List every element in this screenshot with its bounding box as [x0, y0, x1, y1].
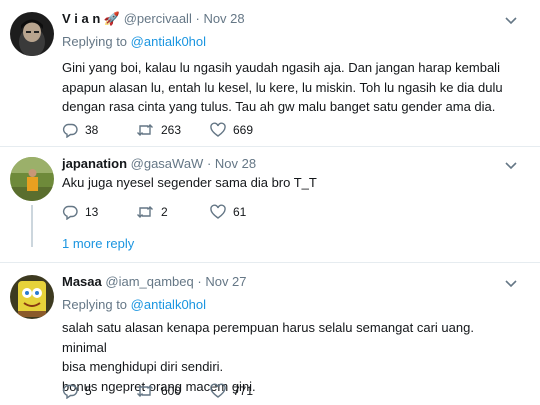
- like-button[interactable]: 61: [210, 204, 246, 220]
- retweet-button[interactable]: 263: [136, 122, 181, 138]
- reply-count: 38: [85, 123, 99, 137]
- chevron-down-icon[interactable]: [504, 158, 518, 172]
- chevron-down-icon[interactable]: [504, 276, 518, 290]
- separator-dot: ·: [197, 274, 202, 289]
- replying-to-link[interactable]: @antialk0hol: [131, 34, 206, 49]
- like-count: 771: [233, 384, 254, 398]
- heart-icon: [210, 383, 226, 398]
- replying-to: Replying to @antialk0hol: [62, 34, 206, 49]
- reply-button[interactable]: 13: [62, 204, 99, 221]
- author-handle[interactable]: @iam_qambeq: [105, 274, 193, 289]
- chevron-down-icon[interactable]: [504, 13, 518, 27]
- retweet-icon: [137, 385, 153, 397]
- reply-count: 13: [85, 205, 99, 219]
- retweet-icon: [137, 206, 153, 218]
- replying-prefix: Replying to: [62, 34, 128, 49]
- tweet-3[interactable]: Masaa @iam_qambeq · Nov 27 Replying to @…: [0, 263, 540, 405]
- separator-dot: ·: [206, 156, 212, 171]
- tweet-time[interactable]: Nov 28: [203, 11, 244, 26]
- replying-prefix: Replying to: [62, 297, 128, 312]
- reply-icon: [62, 123, 78, 139]
- reply-count: 5: [85, 384, 92, 398]
- avatar[interactable]: [10, 157, 54, 201]
- tweet-text-line: dengan rasa cinta yang tulus. Tau ah gw …: [62, 99, 496, 114]
- author-handle[interactable]: @gasaWaW: [131, 156, 204, 171]
- retweet-count: 2: [161, 205, 168, 219]
- avatar[interactable]: [10, 275, 54, 319]
- tweet-text-line: bisa menghidupi diri sendiri.: [62, 359, 224, 374]
- heart-icon: [210, 122, 226, 137]
- avatar[interactable]: [10, 12, 54, 56]
- reply-button[interactable]: 5: [62, 383, 92, 400]
- tweet-time[interactable]: Nov 27: [205, 274, 246, 289]
- separator-dot: ·: [195, 11, 200, 26]
- tweet-1[interactable]: V i a n 🚀 @percivaall · Nov 28 Replying …: [0, 0, 540, 150]
- reply-icon: [62, 205, 78, 221]
- retweet-icon: [137, 124, 153, 136]
- replying-to: Replying to @antialk0hol: [62, 297, 206, 312]
- retweet-button[interactable]: 2: [136, 204, 168, 220]
- like-count: 61: [233, 205, 247, 219]
- retweet-count: 600: [161, 384, 182, 398]
- tweet-text-line: bonus ngepret orang macem gini.: [62, 378, 256, 394]
- author-name[interactable]: V i a n 🚀: [62, 11, 120, 26]
- tweet-time[interactable]: Nov 28: [215, 156, 256, 171]
- more-replies-link[interactable]: 1 more reply: [62, 236, 134, 251]
- tweet-text-line: apapun alasan lu, entah lu kesel, lu ker…: [62, 79, 503, 95]
- heart-icon: [210, 204, 226, 219]
- retweet-count: 263: [161, 123, 182, 137]
- retweet-button[interactable]: 600: [136, 383, 181, 399]
- like-button[interactable]: 771: [210, 383, 253, 399]
- tweet-text-line: Aku juga nyesel segender sama dia bro T_…: [62, 175, 317, 190]
- tweet-header: japanation @gasaWaW · Nov 28: [62, 156, 256, 171]
- replying-to-link[interactable]: @antialk0hol: [131, 297, 206, 312]
- author-handle[interactable]: @percivaall: [124, 11, 192, 26]
- reply-icon: [62, 384, 78, 400]
- like-count: 669: [233, 123, 254, 137]
- tweet-text-line: Gini yang boi, kalau lu ngasih yaudah ng…: [62, 60, 500, 75]
- tweet-2[interactable]: japanation @gasaWaW · Nov 28 Aku juga ny…: [0, 147, 540, 260]
- tweet-text: Gini yang boi, kalau lu ngasih yaudah ng…: [62, 58, 517, 117]
- author-name[interactable]: japanation: [62, 156, 127, 171]
- like-button[interactable]: 669: [210, 122, 253, 138]
- tweet-header: V i a n 🚀 @percivaall · Nov 28: [62, 11, 245, 27]
- tweet-text: salah satu alasan kenapa perempuan harus…: [62, 318, 517, 396]
- author-name[interactable]: Masaa: [62, 274, 102, 289]
- tweet-text-line: salah satu alasan kenapa perempuan harus…: [62, 320, 474, 355]
- tweet-header: Masaa @iam_qambeq · Nov 27: [62, 274, 247, 289]
- reply-button[interactable]: 38: [62, 122, 99, 139]
- tweet-text: Aku juga nyesel segender sama dia bro T_…: [62, 173, 517, 193]
- thread-line: [31, 205, 33, 247]
